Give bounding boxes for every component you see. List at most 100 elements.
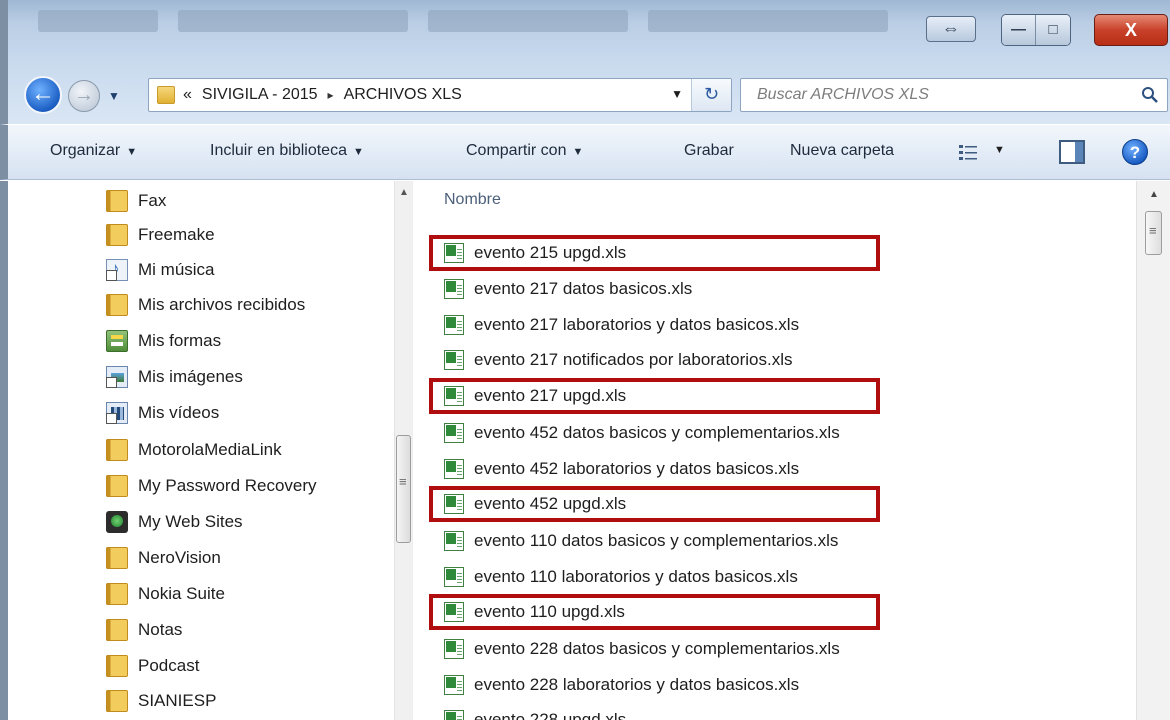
blurred-ribbon-tab (38, 10, 158, 32)
excel-file-icon (444, 531, 464, 551)
nav-item-label: Mis vídeos (138, 403, 220, 422)
nav-item-mis-videos[interactable]: Mis vídeos (106, 396, 219, 430)
file-row[interactable]: evento 215 upgd.xls (444, 236, 626, 270)
nav-item-label: Podcast (138, 656, 200, 675)
scrollbar-thumb[interactable] (1145, 211, 1162, 255)
file-row[interactable]: evento 217 upgd.xls (444, 379, 626, 413)
breadcrumb-overflow[interactable]: « (183, 86, 192, 104)
file-row[interactable]: evento 217 laboratorios y datos basicos.… (444, 308, 799, 342)
file-name: evento 228 datos basicos y complementari… (474, 639, 840, 658)
window-controls: — □ (1001, 14, 1071, 46)
file-row[interactable]: evento 228 datos basicos y complementari… (444, 632, 840, 666)
address-bar[interactable]: « SIVIGILA - 2015 ▸ ARCHIVOS XLS ▼ ↻ (148, 78, 732, 112)
nav-item-label: My Password Recovery (138, 476, 317, 495)
file-list-scrollbar[interactable]: ▲ (1136, 181, 1170, 720)
file-name: evento 217 upgd.xls (474, 386, 627, 405)
include-library-menu[interactable]: Incluir en biblioteca ▼ (210, 142, 364, 160)
nav-item-mis-archivos-recibidos[interactable]: Mis archivos recibidos (106, 288, 305, 322)
maximize-button[interactable]: □ (1036, 15, 1070, 45)
file-row[interactable]: evento 228 laboratorios y datos basicos.… (444, 668, 799, 702)
recent-pages-dropdown[interactable]: ▼ (108, 89, 120, 103)
scroll-up-icon[interactable]: ▲ (1149, 189, 1159, 200)
share-label: Compartir con (466, 142, 567, 159)
nav-item-sianiesp[interactable]: SIANIESP (106, 684, 216, 718)
file-name: evento 217 laboratorios y datos basicos.… (474, 315, 800, 334)
folder-icon (106, 294, 128, 316)
back-button[interactable]: ← (24, 76, 62, 114)
videos-icon (106, 402, 128, 424)
new-folder-label: Nueva carpeta (790, 142, 895, 159)
nav-item-nerovision[interactable]: NeroVision (106, 541, 221, 575)
nav-item-label: Mis formas (138, 331, 222, 350)
arrow-left-icon: ← (31, 80, 55, 107)
scrollbar-thumb[interactable] (396, 435, 411, 543)
organize-menu[interactable]: Organizar ▼ (50, 142, 137, 160)
new-folder-button[interactable]: Nueva carpeta (790, 142, 894, 160)
nav-item-podcast[interactable]: Podcast (106, 649, 199, 683)
file-row[interactable]: evento 217 datos basicos.xls (444, 272, 692, 306)
nav-item-my-web-sites[interactable]: My Web Sites (106, 505, 243, 539)
file-name: evento 217 datos basicos.xls (474, 279, 693, 298)
preview-pane-icon[interactable] (1059, 140, 1085, 164)
blurred-ribbon-tab (428, 10, 628, 32)
file-name: evento 217 notificados por laboratorios.… (474, 350, 793, 369)
nav-item-notas[interactable]: Notas (106, 613, 182, 647)
share-menu[interactable]: Compartir con ▼ (466, 142, 583, 160)
scroll-up-icon[interactable]: ▲ (399, 187, 409, 198)
folder-icon (106, 224, 128, 246)
nav-item-freemake[interactable]: Freemake (106, 218, 215, 252)
views-dropdown-icon[interactable]: ▼ (994, 144, 1005, 156)
file-row[interactable]: evento 228 upgd.xls (444, 703, 626, 720)
search-icon[interactable] (1141, 86, 1159, 104)
nav-item-mis-formas[interactable]: Mis formas (106, 324, 221, 358)
organize-label: Organizar (50, 142, 121, 159)
forms-icon (106, 330, 128, 352)
file-row[interactable]: evento 217 notificados por laboratorios.… (444, 343, 792, 377)
breadcrumb-item-archivos-xls[interactable]: ARCHIVOS XLS (344, 86, 462, 104)
column-header-name[interactable]: Nombre (444, 191, 501, 209)
breadcrumb-separator-icon[interactable]: ▸ (328, 88, 334, 102)
nav-item-mis-imagenes[interactable]: Mis imágenes (106, 360, 243, 394)
refresh-button[interactable]: ↻ (691, 79, 731, 111)
nav-item-nokia-suite[interactable]: Nokia Suite (106, 577, 225, 611)
resize-swap-button[interactable]: ⇔ (926, 16, 976, 42)
nav-item-label: Mis imágenes (138, 367, 243, 386)
excel-file-icon (444, 279, 464, 299)
file-row[interactable]: evento 452 upgd.xls (444, 487, 626, 521)
minimize-button[interactable]: — (1002, 15, 1036, 45)
folder-icon (106, 690, 128, 712)
address-row: ← → ▼ « SIVIGILA - 2015 ▸ ARCHIVOS XLS ▼… (0, 62, 1170, 124)
nav-item-mi-musica[interactable]: Mi música (106, 253, 215, 287)
address-dropdown-icon[interactable]: ▼ (671, 87, 683, 101)
burn-button[interactable]: Grabar (684, 142, 734, 160)
navigation-pane-scrollbar[interactable]: ▲ (394, 181, 412, 720)
close-button[interactable]: X (1094, 14, 1168, 46)
pane-divider[interactable] (412, 181, 428, 720)
file-row[interactable]: evento 110 laboratorios y datos basicos.… (444, 560, 798, 594)
file-name: evento 452 laboratorios y datos basicos.… (474, 459, 800, 478)
nav-item-motorolamedialink[interactable]: MotorolaMediaLink (106, 433, 282, 467)
change-view-icon[interactable] (958, 143, 978, 161)
nav-item-fax[interactable]: Fax (106, 184, 166, 218)
chevron-down-icon: ▼ (126, 146, 138, 158)
file-row[interactable]: evento 452 datos basicos y complementari… (444, 416, 840, 450)
file-row[interactable]: evento 452 laboratorios y datos basicos.… (444, 452, 799, 486)
folder-icon (106, 439, 128, 461)
breadcrumb-item-sivigila[interactable]: SIVIGILA - 2015 (202, 86, 318, 104)
nav-item-label: My Web Sites (138, 512, 243, 531)
file-name: evento 110 datos basicos y complementari… (474, 531, 839, 550)
file-row[interactable]: evento 110 upgd.xls (444, 595, 625, 629)
excel-file-icon (444, 494, 464, 514)
file-row[interactable]: evento 110 datos basicos y complementari… (444, 524, 838, 558)
file-name: evento 228 laboratorios y datos basicos.… (474, 675, 800, 694)
excel-file-icon (444, 243, 464, 263)
search-input[interactable] (741, 79, 1121, 111)
forward-button[interactable]: → (68, 80, 100, 112)
nav-item-my-password-recovery[interactable]: My Password Recovery (106, 469, 317, 503)
command-bar: Organizar ▼ Incluir en biblioteca ▼ Compar… (0, 124, 1170, 180)
chevron-down-icon: ▼ (352, 146, 364, 158)
nav-item-label: Mi música (138, 260, 215, 279)
navigation-pane: Fax Freemake Mi música Mis archivos reci… (0, 181, 412, 720)
nav-item-label: Fax (138, 191, 167, 210)
help-icon[interactable]: ? (1122, 139, 1148, 165)
